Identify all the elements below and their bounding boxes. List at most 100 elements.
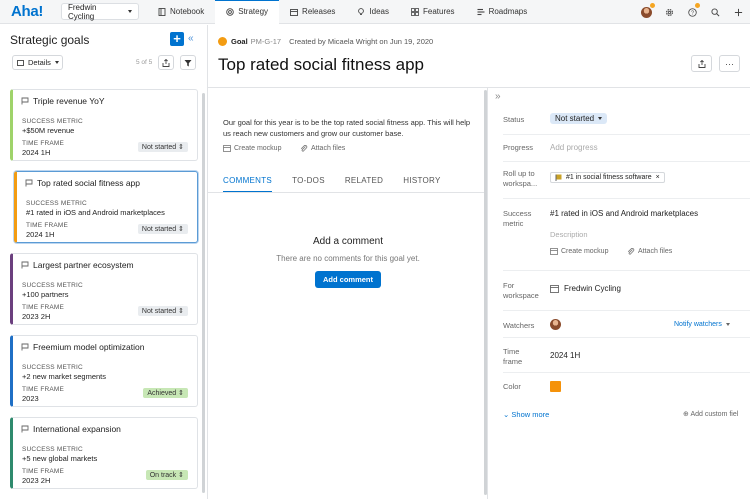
goal-card[interactable]: Freemium model optimization SUCCESS METRI…	[10, 335, 198, 407]
user-avatar-button[interactable]	[635, 0, 658, 24]
status-badge[interactable]: On track ⇕	[145, 470, 188, 480]
expand-sidebar-icon[interactable]: »	[495, 91, 501, 102]
workspace-switcher[interactable]: Fredwin Cycling	[61, 2, 139, 21]
metric-value: +5 new global markets	[22, 454, 98, 463]
tab-history[interactable]: HISTORY	[403, 176, 440, 193]
more-options-button[interactable]: ···	[719, 55, 740, 72]
add-button[interactable]	[727, 0, 750, 24]
tab-roadmaps[interactable]: Roadmaps	[466, 0, 539, 24]
metric-label: SUCCESS METRIC	[22, 364, 83, 371]
attach-files-link[interactable]: Attach files	[300, 145, 345, 152]
time-frame-value: 2023 2H	[22, 476, 51, 485]
goal-header-line: Goal PM-G-17 Created by Micaela Wright o…	[218, 37, 433, 46]
chevron-double-down-icon: ⌄	[503, 410, 510, 419]
goal-card-selected[interactable]: Top rated social fitness app SUCCESS METR…	[14, 171, 198, 243]
notify-watchers-button[interactable]: Notify watchers	[674, 321, 730, 328]
progress-input[interactable]: Add progress	[550, 143, 598, 152]
arrows-updown-icon: ⇕	[178, 390, 184, 397]
add-custom-field-link[interactable]: ⊕ Add custom fiel	[683, 410, 750, 418]
divider	[208, 192, 488, 193]
metric-value: +$50M revenue	[22, 126, 75, 135]
color-swatch[interactable]	[550, 381, 561, 392]
chevron-down-icon	[725, 323, 730, 326]
lightbulb-icon	[358, 7, 365, 15]
goal-card[interactable]: Largest partner ecosystem SUCCESS METRIC +…	[10, 253, 198, 325]
ellipsis-icon: ···	[725, 58, 734, 69]
help-button[interactable]: ?	[681, 0, 704, 24]
goal-card-title: Largest partner ecosystem	[33, 260, 134, 270]
time-frame-value[interactable]: 2024 1H	[550, 351, 580, 360]
panel-title: Strategic goals	[10, 33, 90, 47]
add-goal-button[interactable]: +	[170, 32, 184, 46]
goal-card[interactable]: International expansion SUCCESS METRIC +5 …	[10, 417, 198, 489]
tab-notebook[interactable]: Notebook	[147, 0, 215, 24]
tab-releases[interactable]: Releases	[279, 0, 346, 24]
tab-strategy[interactable]: Strategy	[215, 0, 280, 24]
notebook-icon	[158, 7, 166, 16]
status-badge[interactable]: Achieved ⇕	[143, 388, 188, 398]
mockup-icon	[223, 145, 231, 152]
flag-icon	[21, 425, 29, 433]
flag-icon	[21, 343, 29, 351]
arrows-updown-icon: ⇕	[178, 308, 184, 315]
main-content: Our goal for this year is to be the top …	[208, 88, 488, 499]
aha-logo[interactable]: Aha!	[11, 3, 59, 20]
footer-row: ⌄ Show more ⊕ Add custom fiel	[503, 406, 750, 422]
help-icon: ?	[688, 7, 697, 17]
add-comment-button[interactable]: Add comment	[315, 271, 381, 288]
plus-icon	[734, 8, 743, 16]
detail-tabs: COMMENTS TO-DOS RELATED HISTORY	[223, 176, 461, 193]
collapse-panel-icon[interactable]: «	[188, 33, 194, 44]
goal-card-title: Freemium model optimization	[33, 342, 145, 352]
arrows-updown-icon: ⇕	[178, 144, 184, 151]
tab-todos[interactable]: TO-DOS	[292, 176, 325, 193]
metric-label: SUCCESS METRIC	[26, 200, 87, 207]
attach-files-link[interactable]: Attach files	[627, 248, 672, 255]
settings-button[interactable]	[658, 0, 681, 24]
top-nav: Aha! Fredwin Cycling Notebook Strategy R…	[0, 0, 750, 24]
create-mockup-link[interactable]: Create mockup	[550, 248, 608, 255]
show-more-link[interactable]: ⌄ Show more	[503, 410, 549, 419]
success-metric-value[interactable]: #1 rated in iOS and Android marketplaces	[550, 209, 698, 218]
status-badge[interactable]: Not started ⇕	[137, 224, 188, 234]
tab-comments[interactable]: COMMENTS	[223, 176, 273, 193]
plus-circle-icon: ⊕	[683, 411, 689, 418]
share-icon	[162, 58, 170, 67]
record-id[interactable]: PM-G-17	[251, 37, 281, 46]
flag-icon	[21, 261, 29, 269]
search-icon	[711, 7, 720, 16]
goal-description[interactable]: Our goal for this year is to be the top …	[223, 117, 473, 139]
watchers-row: Watchers Notify watchers	[503, 311, 750, 338]
filter-button[interactable]	[180, 55, 196, 70]
time-frame-value: 2024 1H	[22, 148, 51, 157]
color-row: Color	[503, 373, 750, 398]
time-frame-label: TIME FRAME	[26, 222, 69, 229]
export-button[interactable]	[158, 55, 174, 70]
goal-card[interactable]: Triple revenue YoY SUCCESS METRIC +$50M re…	[10, 89, 198, 161]
rollup-tag[interactable]: #1 in social fitness software ×	[550, 172, 665, 183]
empty-comments-text: There are no comments for this goal yet.	[276, 254, 420, 263]
status-badge[interactable]: Not started ⇕	[137, 142, 188, 152]
workspace-value[interactable]: Fredwin Cycling	[550, 284, 621, 293]
success-metric-row: Success metric #1 rated in iOS and Andro…	[503, 199, 750, 271]
status-dropdown[interactable]: Not started	[550, 113, 608, 124]
time-frame-label: TIME FRAME	[22, 386, 65, 393]
details-view-dropdown[interactable]: Details	[12, 55, 63, 70]
page-title[interactable]: Top rated social fitness app	[218, 55, 424, 75]
tab-ideas[interactable]: Ideas	[346, 0, 400, 24]
create-mockup-link[interactable]: Create mockup	[223, 145, 281, 152]
tab-features[interactable]: Features	[400, 0, 466, 24]
rollup-row: Roll up to workspa... #1 in social fitne…	[503, 162, 750, 199]
scrollbar[interactable]	[484, 90, 487, 495]
share-button[interactable]	[691, 55, 712, 72]
metric-description[interactable]: Description	[550, 230, 588, 239]
paperclip-icon	[300, 145, 308, 152]
progress-row: Progress Add progress	[503, 135, 750, 162]
tab-related[interactable]: RELATED	[345, 176, 383, 193]
scrollbar[interactable]	[202, 93, 205, 493]
watcher-avatar[interactable]	[550, 319, 561, 330]
workspace-name: Fredwin Cycling	[68, 2, 97, 21]
remove-tag-icon[interactable]: ×	[656, 174, 660, 181]
status-badge[interactable]: Not started ⇕	[137, 306, 188, 316]
search-button[interactable]	[704, 0, 727, 24]
